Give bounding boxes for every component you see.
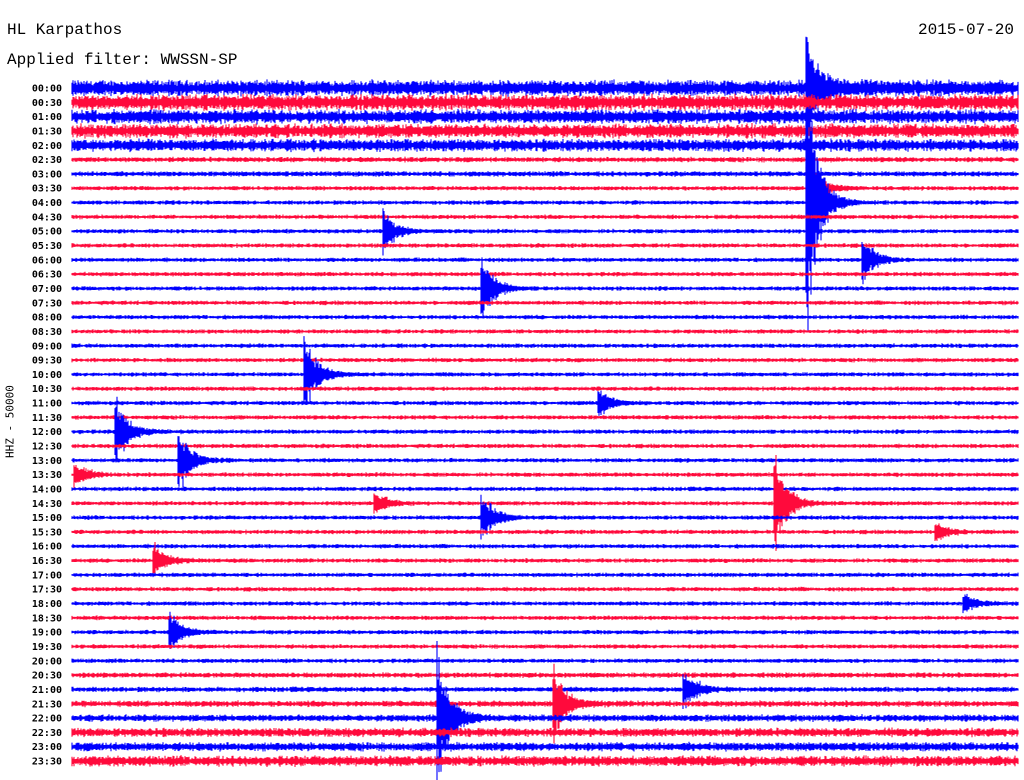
row-time-label: 02:30 — [32, 155, 62, 166]
row-time-label: 16:00 — [32, 542, 62, 553]
seismic-trace-row — [71, 572, 1019, 578]
seismic-trace-row — [71, 257, 1019, 317]
seismic-trace-row — [71, 357, 1019, 363]
row-time-label: 13:30 — [32, 470, 62, 481]
seismic-trace-row — [71, 300, 1019, 306]
row-time-label: 03:00 — [32, 169, 62, 180]
row-time-label: 21:30 — [32, 699, 62, 710]
seismic-trace-row — [71, 314, 1019, 320]
row-time-label: 12:30 — [32, 442, 62, 453]
row-time-label: 07:30 — [32, 298, 62, 309]
seismic-trace-row — [71, 271, 1019, 277]
seismic-trace-row — [71, 672, 1019, 678]
row-time-label: 18:30 — [32, 613, 62, 624]
seismic-trace-row — [71, 108, 1019, 125]
seismic-trace-row — [71, 138, 1019, 153]
row-time-label: 02:00 — [32, 141, 62, 152]
row-time-label: 18:00 — [32, 599, 62, 610]
seismic-trace-row — [71, 171, 1019, 177]
row-time-label: 23:00 — [32, 742, 62, 753]
row-time-label: 05:30 — [32, 241, 62, 252]
seismic-trace-row — [71, 123, 1019, 139]
row-time-label: 20:00 — [32, 656, 62, 667]
row-time-label: 22:00 — [32, 714, 62, 725]
seismic-trace-row — [71, 386, 1019, 392]
seismic-trace-row — [71, 93, 1019, 112]
row-time-label: 14:00 — [32, 484, 62, 495]
row-time-label: 08:00 — [32, 313, 62, 324]
seismic-trace-row — [71, 586, 1019, 592]
row-time-label: 12:00 — [32, 427, 62, 438]
row-time-label: 05:00 — [32, 227, 62, 238]
seismic-trace-row — [71, 644, 1019, 649]
seismic-trace-row — [71, 727, 1019, 738]
seismic-trace-row — [71, 36, 1019, 143]
row-time-label: 14:30 — [32, 499, 62, 510]
seismic-trace-row — [71, 658, 1019, 664]
row-time-label: 07:00 — [32, 284, 62, 295]
seismic-trace-row — [71, 396, 1019, 463]
row-time-label: 10:00 — [32, 370, 62, 381]
row-time-label: 00:30 — [32, 98, 62, 109]
seismic-trace-row — [71, 343, 1019, 349]
row-time-label: 08:30 — [32, 327, 62, 338]
row-time-label: 10:30 — [32, 384, 62, 395]
row-time-label: 20:30 — [32, 671, 62, 682]
row-time-label: 01:00 — [32, 112, 62, 123]
seismic-trace-row — [71, 242, 1019, 285]
row-time-label: 15:30 — [32, 527, 62, 538]
seismic-trace-row — [71, 414, 1019, 420]
seismic-trace-row — [71, 741, 1019, 752]
row-time-label: 11:00 — [32, 399, 62, 410]
seismic-trace-row — [71, 436, 1019, 487]
row-time-label: 21:00 — [32, 685, 62, 696]
helicorder-plot: 00:00 00:30 01:00 01:30 02:00 02:30 03:00 03:30… — [32, 36, 1019, 780]
seismic-trace-row — [71, 523, 1019, 541]
seismic-trace-row — [71, 615, 1019, 621]
seismic-trace-row — [71, 156, 1019, 163]
seismic-trace-row — [71, 465, 1019, 490]
seismic-trace-row — [71, 243, 1019, 248]
row-time-label: 09:00 — [32, 341, 62, 352]
row-time-label: 23:30 — [32, 757, 62, 768]
seismic-trace-row — [71, 486, 1019, 492]
seismic-trace-row — [71, 543, 1019, 549]
row-time-label: 06:00 — [32, 255, 62, 266]
row-time-label: 01:30 — [32, 126, 62, 137]
row-time-label: 22:30 — [32, 728, 62, 739]
row-time-label: 19:00 — [32, 628, 62, 639]
row-time-label: 04:00 — [32, 198, 62, 209]
row-time-label: 19:30 — [32, 642, 62, 653]
row-time-label: 06:30 — [32, 270, 62, 281]
row-time-label: 03:30 — [32, 184, 62, 195]
seismic-trace-row — [71, 390, 1019, 416]
seismic-trace-row — [71, 593, 1019, 614]
seismic-trace-row — [71, 443, 1019, 449]
seismic-trace-row — [71, 455, 1019, 551]
row-time-label: 17:30 — [32, 585, 62, 596]
seismic-trace-row — [71, 214, 1019, 220]
seismic-trace-row — [71, 329, 1019, 334]
row-time-label: 00:00 — [32, 84, 62, 95]
row-time-label: 13:00 — [32, 456, 62, 467]
row-time-label: 17:00 — [32, 570, 62, 581]
row-time-label: 04:30 — [32, 212, 62, 223]
row-time-label: 11:30 — [32, 413, 62, 424]
row-time-label: 09:30 — [32, 356, 62, 367]
row-time-label: 16:30 — [32, 556, 62, 567]
seismic-trace-row — [71, 755, 1019, 767]
row-time-label: 15:00 — [32, 513, 62, 524]
seismic-trace-row — [71, 153, 1019, 215]
